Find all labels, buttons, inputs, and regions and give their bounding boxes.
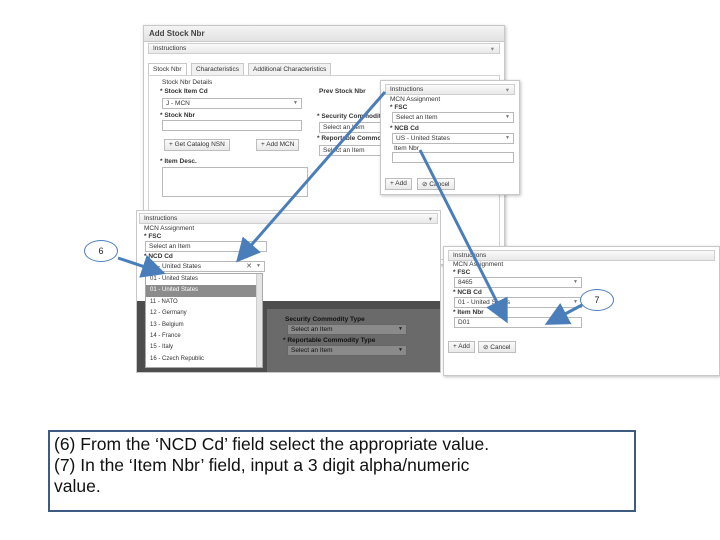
arrow-to-item-nbr (418, 149, 508, 324)
instruction-line-2: (7) In the ‘Item Nbr’ field, input a 3 d… (54, 455, 470, 475)
step-7-callout: 7 (580, 289, 614, 311)
instruction-line-1: (6) From the ‘NCD Cd’ field select the a… (54, 434, 490, 454)
instruction-text-box: (6) From the ‘NCD Cd’ field select the a… (48, 430, 636, 512)
instruction-line-3: value. (54, 476, 101, 496)
arrow-to-ncd-cd (236, 91, 387, 263)
step-6-callout: 6 (84, 240, 118, 262)
arrow-from-callout-6 (117, 254, 166, 278)
arrow-from-callout-7 (544, 302, 583, 325)
